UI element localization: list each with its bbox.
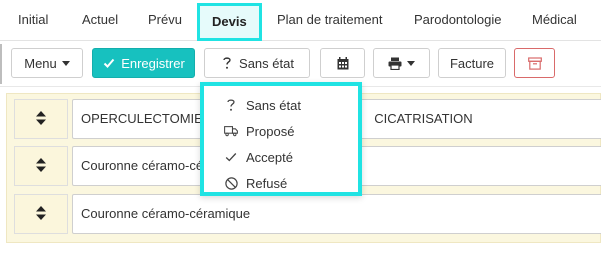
status-dropdown-button[interactable]: Sans état (204, 48, 310, 78)
tab-actuel[interactable]: Actuel (82, 0, 118, 40)
status-option-label: Sans état (246, 97, 301, 113)
row-sort-handle[interactable] (14, 146, 68, 186)
status-button-label: Sans état (239, 55, 294, 71)
archive-icon (527, 56, 542, 70)
sort-icon (36, 205, 46, 223)
row-sort-handle[interactable] (14, 194, 68, 234)
check-icon (102, 56, 116, 70)
check-icon (224, 150, 238, 164)
ban-icon (224, 176, 238, 190)
printer-icon (388, 56, 402, 70)
save-button[interactable]: Enregistrer (92, 48, 195, 78)
archive-button[interactable] (514, 48, 555, 78)
status-option-refuse[interactable]: Refusé (204, 170, 358, 196)
tab-initial[interactable]: Initial (18, 0, 48, 40)
treatment-row-text-tail: CICATRISATION (374, 111, 473, 126)
caret-down-icon (61, 60, 70, 66)
tab-plan-de-traitement[interactable]: Plan de traitement (277, 0, 383, 40)
calendar-button[interactable] (320, 48, 365, 78)
invoice-button[interactable]: Facture (438, 48, 506, 78)
question-icon (224, 98, 238, 112)
left-edge-divider (0, 44, 2, 84)
status-option-label: Accepté (246, 149, 293, 165)
treatment-row-text: Couronne céramo-céramique (81, 206, 251, 221)
tab-prevu[interactable]: Prévu (148, 0, 182, 40)
calendar-icon (336, 56, 350, 70)
truck-icon (224, 124, 238, 138)
status-option-propose[interactable]: Proposé (204, 118, 358, 144)
sort-icon (36, 157, 46, 175)
treatment-row-text: Couronne céramo-cé (81, 158, 204, 173)
status-dropdown-menu: Sans état Proposé Accepté Refusé (200, 82, 362, 196)
sort-icon (36, 110, 46, 128)
save-button-label: Enregistrer (121, 55, 185, 71)
invoice-button-label: Facture (449, 55, 495, 71)
status-option-label: Proposé (246, 123, 295, 139)
print-dropdown-button[interactable] (373, 48, 430, 78)
menu-button-label: Menu (24, 55, 57, 71)
tab-parodontologie[interactable]: Parodontologie (414, 0, 501, 40)
tab-bar: Initial Actuel Prévu Devis Plan de trait… (0, 0, 601, 41)
menu-button[interactable]: Menu (11, 48, 83, 78)
row-sort-handle[interactable] (14, 99, 68, 139)
tab-devis[interactable]: Devis (197, 3, 262, 41)
caret-down-icon (407, 60, 415, 66)
treatment-row-input[interactable]: Couronne céramo-céramique (72, 194, 601, 234)
question-icon (220, 56, 234, 70)
status-option-accepte[interactable]: Accepté (204, 144, 358, 170)
status-option-label: Refusé (246, 175, 288, 191)
tab-medical[interactable]: Médical (532, 0, 577, 40)
status-option-sans-etat[interactable]: Sans état (204, 92, 358, 118)
